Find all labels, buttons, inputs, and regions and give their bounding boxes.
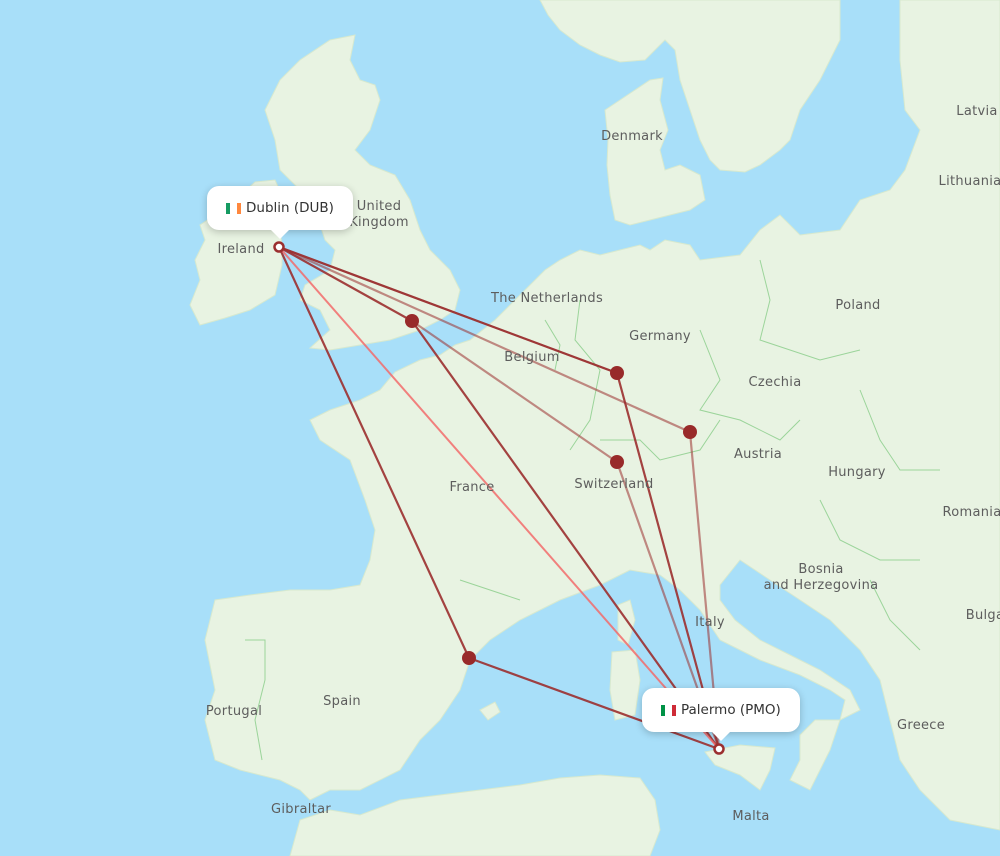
country-label-austria: Austria	[733, 447, 783, 462]
country-label-malta: Malta	[732, 809, 770, 824]
italy-flag-icon	[661, 704, 677, 716]
country-label-czechia: Czechia	[748, 375, 802, 390]
country-label-switzerland: Switzerland	[574, 477, 654, 492]
country-label-poland: Poland	[835, 298, 881, 313]
country-label-bosnia: Bosnia and Herzegovina	[763, 562, 879, 593]
country-label-belgium: Belgium	[504, 350, 560, 365]
stopover-dot[interactable]	[462, 651, 476, 665]
country-label-romania: Romania	[942, 505, 1000, 520]
destination-popup[interactable]: Palermo (PMO)	[642, 688, 800, 741]
country-label-germany: Germany	[629, 329, 691, 344]
country-label-ireland: Ireland	[217, 242, 265, 257]
country-label-spain: Spain	[323, 694, 361, 709]
country-label-bulgaria: Bulga	[965, 608, 1000, 623]
ireland-flag-icon	[226, 202, 242, 214]
routes-layer	[273, 241, 725, 755]
route-map[interactable]: Ireland United Kingdom Denmark Latvia Lithuan…	[0, 0, 1000, 856]
stopover-dot[interactable]	[405, 314, 419, 328]
country-label-lithuania: Lithuania	[938, 174, 1000, 189]
route-segment	[277, 245, 471, 660]
destination-airport-marker[interactable]	[713, 743, 725, 755]
route-direct	[278, 246, 720, 750]
route-segment	[277, 245, 414, 323]
country-label-france: France	[449, 480, 495, 495]
stopover-dot[interactable]	[683, 425, 697, 439]
country-label-portugal: Portugal	[205, 704, 263, 719]
country-label-netherlands: The Netherlands	[490, 291, 604, 306]
country-label-denmark: Denmark	[601, 129, 663, 144]
country-label-gibraltar: Gibraltar	[271, 802, 331, 817]
route-segment	[410, 319, 619, 464]
origin-popup[interactable]: Dublin (DUB)	[207, 186, 353, 239]
destination-label: Palermo (PMO)	[681, 702, 781, 718]
country-label-hungary: Hungary	[828, 465, 886, 480]
country-label-italy: Italy	[695, 615, 725, 630]
stopover-dot[interactable]	[610, 455, 624, 469]
country-label-latvia: Latvia	[956, 104, 998, 119]
origin-airport-marker[interactable]	[273, 241, 285, 253]
stopover-dot[interactable]	[610, 366, 624, 380]
origin-label: Dublin (DUB)	[246, 200, 334, 216]
route-segment	[410, 319, 721, 751]
country-label-greece: Greece	[896, 718, 946, 733]
country-label-uk: United Kingdom	[349, 199, 409, 230]
